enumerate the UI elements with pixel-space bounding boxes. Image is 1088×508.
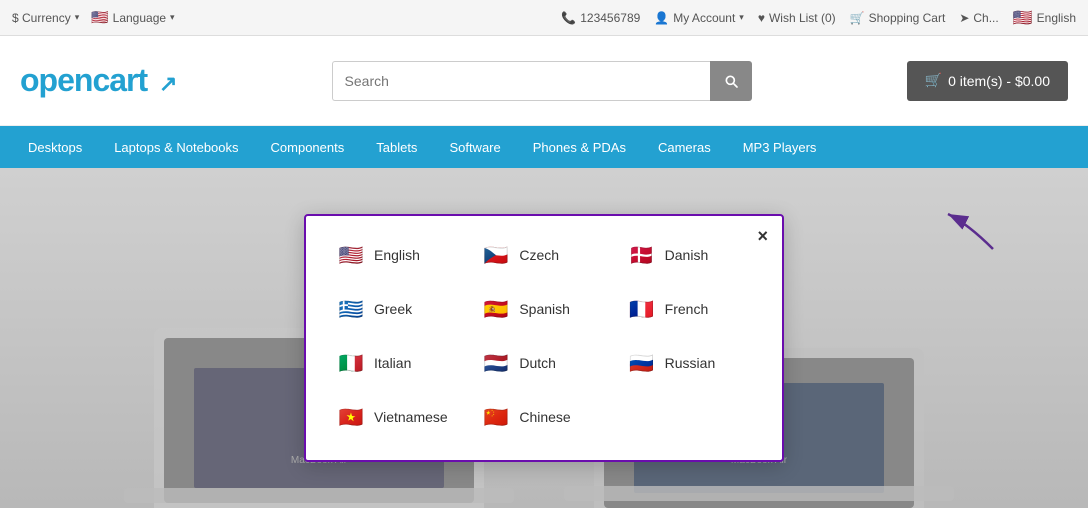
language-option-greek[interactable]: 🇬🇷 Greek: [330, 290, 467, 328]
flag-chinese: 🇨🇳: [481, 402, 511, 432]
language-option-french[interactable]: 🇫🇷 French: [621, 290, 758, 328]
language-option-english[interactable]: 🇺🇸 English: [330, 236, 467, 274]
heart-icon: ♥: [758, 11, 765, 25]
language-name-russian: Russian: [665, 355, 716, 371]
flag-czech: 🇨🇿: [481, 240, 511, 270]
language-option-vietnamese[interactable]: 🇻🇳 Vietnamese: [330, 398, 467, 436]
nav-item-cameras[interactable]: Cameras: [642, 126, 727, 168]
language-option-danish[interactable]: 🇩🇰 Danish: [621, 236, 758, 274]
language-name-dutch: Dutch: [519, 355, 556, 371]
language-option-spanish[interactable]: 🇪🇸 Spanish: [475, 290, 612, 328]
language-name-italian: Italian: [374, 355, 411, 371]
flag-russian: 🇷🇺: [627, 348, 657, 378]
currency-dropdown[interactable]: $ Currency ▾: [12, 11, 79, 25]
flag-dutch: 🇳🇱: [481, 348, 511, 378]
language-option-dutch[interactable]: 🇳🇱 Dutch: [475, 344, 612, 382]
language-name-french: French: [665, 301, 709, 317]
main-content: MacBook Air MacBook Air × 🇺🇸English🇨🇿Cze…: [0, 168, 1088, 508]
header: opencart ↗ 🛒 0 item(s) - $0.00: [0, 36, 1088, 126]
language-caret: ▾: [170, 12, 175, 23]
my-account-link[interactable]: 👤 My Account ▾: [654, 11, 744, 25]
shopping-cart-link[interactable]: 🛒 Shopping Cart: [850, 11, 946, 25]
language-option-chinese[interactable]: 🇨🇳 Chinese: [475, 398, 612, 436]
search-area: [332, 61, 752, 101]
language-label: Language: [113, 11, 166, 25]
checkout-icon: ➤: [959, 11, 969, 25]
logo[interactable]: opencart ↗: [20, 62, 176, 99]
language-option-italian[interactable]: 🇮🇹 Italian: [330, 344, 467, 382]
nav-item-laptops[interactable]: Laptops & Notebooks: [98, 126, 254, 168]
flag-french: 🇫🇷: [627, 294, 657, 324]
language-dropdown[interactable]: 🇺🇸 Language ▾: [91, 9, 174, 26]
language-name-english: English: [374, 247, 420, 263]
flag-spanish: 🇪🇸: [481, 294, 511, 324]
cart-icon: 🛒: [850, 11, 865, 25]
modal-close-button[interactable]: ×: [757, 226, 768, 247]
flag-english: 🇺🇸: [336, 240, 366, 270]
current-language-indicator: 🇺🇸 English: [1013, 8, 1076, 28]
flag-italian: 🇮🇹: [336, 348, 366, 378]
nav-item-phones[interactable]: Phones & PDAs: [517, 126, 642, 168]
language-option-czech[interactable]: 🇨🇿 Czech: [475, 236, 612, 274]
phone-number: 📞 123456789: [561, 11, 640, 25]
current-flag-icon: 🇺🇸: [1013, 8, 1033, 28]
flag-danish: 🇩🇰: [627, 240, 657, 270]
nav-item-mp3[interactable]: MP3 Players: [727, 126, 833, 168]
language-name-chinese: Chinese: [519, 409, 570, 425]
flag-vietnamese: 🇻🇳: [336, 402, 366, 432]
cart-button[interactable]: 🛒 0 item(s) - $0.00: [907, 61, 1068, 101]
nav-item-desktops[interactable]: Desktops: [12, 126, 98, 168]
nav-item-tablets[interactable]: Tablets: [360, 126, 433, 168]
language-name-spanish: Spanish: [519, 301, 570, 317]
language-name-greek: Greek: [374, 301, 412, 317]
modal-overlay: × 🇺🇸 English 🇨🇿 Czech 🇩🇰 Danish 🇬🇷 Greek 🇪🇸 Spani…: [0, 168, 1088, 508]
cart-button-label: 0 item(s) - $0.00: [948, 73, 1050, 89]
logo-text: opencart ↗: [20, 62, 176, 99]
currency-label: $ Currency: [12, 11, 71, 25]
top-bar: $ Currency ▾ 🇺🇸 Language ▾ 📞 123456789 👤…: [0, 0, 1088, 36]
checkout-link[interactable]: ➤ Ch...: [959, 11, 998, 25]
flag-greek: 🇬🇷: [336, 294, 366, 324]
top-bar-left: $ Currency ▾ 🇺🇸 Language ▾: [12, 9, 175, 26]
nav-item-components[interactable]: Components: [255, 126, 361, 168]
navbar: Desktops Laptops & Notebooks Components …: [0, 126, 1088, 168]
search-input[interactable]: [332, 61, 710, 101]
top-bar-right: 📞 123456789 👤 My Account ▾ ♥ Wish List (…: [561, 8, 1076, 28]
language-grid: 🇺🇸 English 🇨🇿 Czech 🇩🇰 Danish 🇬🇷 Greek 🇪🇸 Spanish…: [330, 236, 758, 436]
currency-caret: ▾: [75, 12, 80, 23]
language-name-vietnamese: Vietnamese: [374, 409, 448, 425]
language-option-russian[interactable]: 🇷🇺 Russian: [621, 344, 758, 382]
nav-item-software[interactable]: Software: [433, 126, 516, 168]
phone-icon: 📞: [561, 11, 576, 25]
language-name-czech: Czech: [519, 247, 559, 263]
language-flag-icon: 🇺🇸: [91, 9, 108, 26]
search-button[interactable]: [710, 61, 752, 101]
search-icon: [723, 73, 739, 89]
cart-button-icon: 🛒: [925, 72, 942, 89]
user-icon: 👤: [654, 11, 669, 25]
language-modal: × 🇺🇸 English 🇨🇿 Czech 🇩🇰 Danish 🇬🇷 Greek 🇪🇸 Spani…: [304, 214, 784, 462]
wish-list-link[interactable]: ♥ Wish List (0): [758, 11, 836, 25]
account-caret: ▾: [739, 12, 744, 23]
logo-cart-icon: ↗: [159, 71, 176, 96]
language-name-danish: Danish: [665, 247, 709, 263]
